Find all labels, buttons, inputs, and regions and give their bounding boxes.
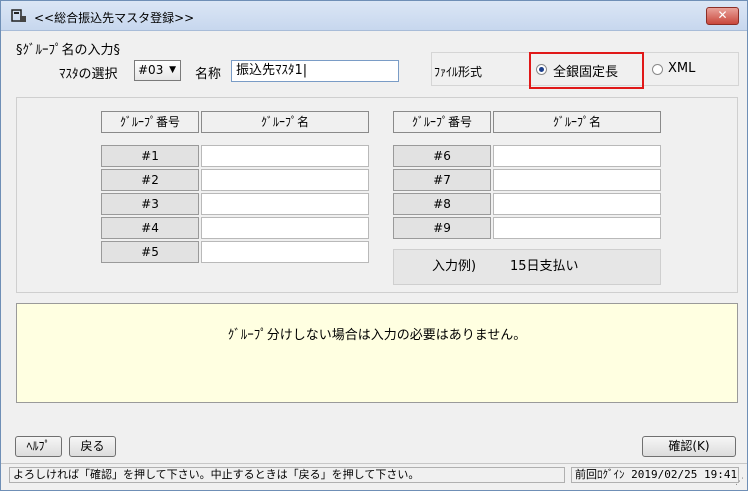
group-number-5: #5	[101, 241, 199, 263]
help-button[interactable]: ﾍﾙﾌﾟ	[15, 436, 62, 457]
header-group-name-left: ｸﾞﾙｰﾌﾟ名	[201, 111, 369, 133]
group-name-input-2[interactable]	[201, 169, 369, 191]
status-message: よろしければ「確認」を押して下さい。中止するときは「戻る」を押して下さい。	[9, 467, 565, 483]
group-number-8: #8	[393, 193, 491, 215]
last-login: 前回ﾛｸﾞｲﾝ 2019/02/25 19:41	[571, 467, 739, 483]
chevron-down-icon: ▼	[169, 65, 176, 75]
confirm-button[interactable]: 確認(K)	[642, 436, 736, 457]
group-name-input-7[interactable]	[493, 169, 661, 191]
header-group-number-left: ｸﾞﾙｰﾌﾟ番号	[101, 111, 199, 133]
radio-zengin-label[interactable]: 全銀固定長	[553, 61, 618, 80]
group-number-4: #4	[101, 217, 199, 239]
message-panel: ｸﾞﾙｰﾌﾟ分けしない場合は入力の必要はありません。	[16, 303, 738, 403]
back-button[interactable]: 戻る	[69, 436, 116, 457]
group-name-input-1[interactable]	[201, 145, 369, 167]
input-example-value: 15日支払い	[510, 259, 579, 274]
group-name-input-9[interactable]	[493, 217, 661, 239]
radio-zengin[interactable]	[536, 64, 547, 75]
master-select-value: #03	[138, 63, 164, 77]
radio-xml[interactable]	[652, 64, 663, 75]
window-title: <<総合振込先マスタ登録>>	[34, 11, 195, 25]
group-name-input-8[interactable]	[493, 193, 661, 215]
group-number-6: #6	[393, 145, 491, 167]
master-select-label: ﾏｽﾀの選択	[59, 67, 118, 82]
status-bar: よろしければ「確認」を押して下さい。中止するときは「戻る」を押して下さい。 前回…	[1, 463, 747, 492]
file-format-label: ﾌｧｲﾙ形式	[434, 65, 483, 79]
close-icon: ✕	[717, 8, 728, 22]
dialog-window: <<総合振込先マスタ登録>> ✕ §ｸﾞﾙｰﾌﾟ名の入力§ ﾏｽﾀの選択 #03…	[0, 0, 748, 491]
resize-grip-icon[interactable]: ⋰	[735, 477, 744, 487]
radio-xml-label[interactable]: XML	[668, 61, 695, 76]
input-example-box: 入力例) 15日支払い	[393, 249, 661, 285]
title-bar: <<総合振込先マスタ登録>> ✕	[1, 1, 747, 31]
message-text: ｸﾞﾙｰﾌﾟ分けしない場合は入力の必要はありません。	[227, 328, 527, 343]
master-select[interactable]: #03 ▼	[134, 60, 181, 81]
group-name-input-3[interactable]	[201, 193, 369, 215]
section-heading: §ｸﾞﾙｰﾌﾟ名の入力§	[16, 43, 121, 58]
header-group-name-right: ｸﾞﾙｰﾌﾟ名	[493, 111, 661, 133]
group-name-input-5[interactable]	[201, 241, 369, 263]
header-group-number-right: ｸﾞﾙｰﾌﾟ番号	[393, 111, 491, 133]
group-number-7: #7	[393, 169, 491, 191]
group-number-1: #1	[101, 145, 199, 167]
group-name-input-4[interactable]	[201, 217, 369, 239]
name-label: 名称	[195, 67, 222, 82]
app-icon	[11, 9, 27, 27]
group-number-3: #3	[101, 193, 199, 215]
input-example-label: 入力例)	[432, 259, 477, 274]
group-name-input-6[interactable]	[493, 145, 661, 167]
name-input[interactable]: 振込先ﾏｽﾀ1|	[231, 60, 399, 82]
group-number-9: #9	[393, 217, 491, 239]
close-button[interactable]: ✕	[706, 7, 739, 25]
group-number-2: #2	[101, 169, 199, 191]
